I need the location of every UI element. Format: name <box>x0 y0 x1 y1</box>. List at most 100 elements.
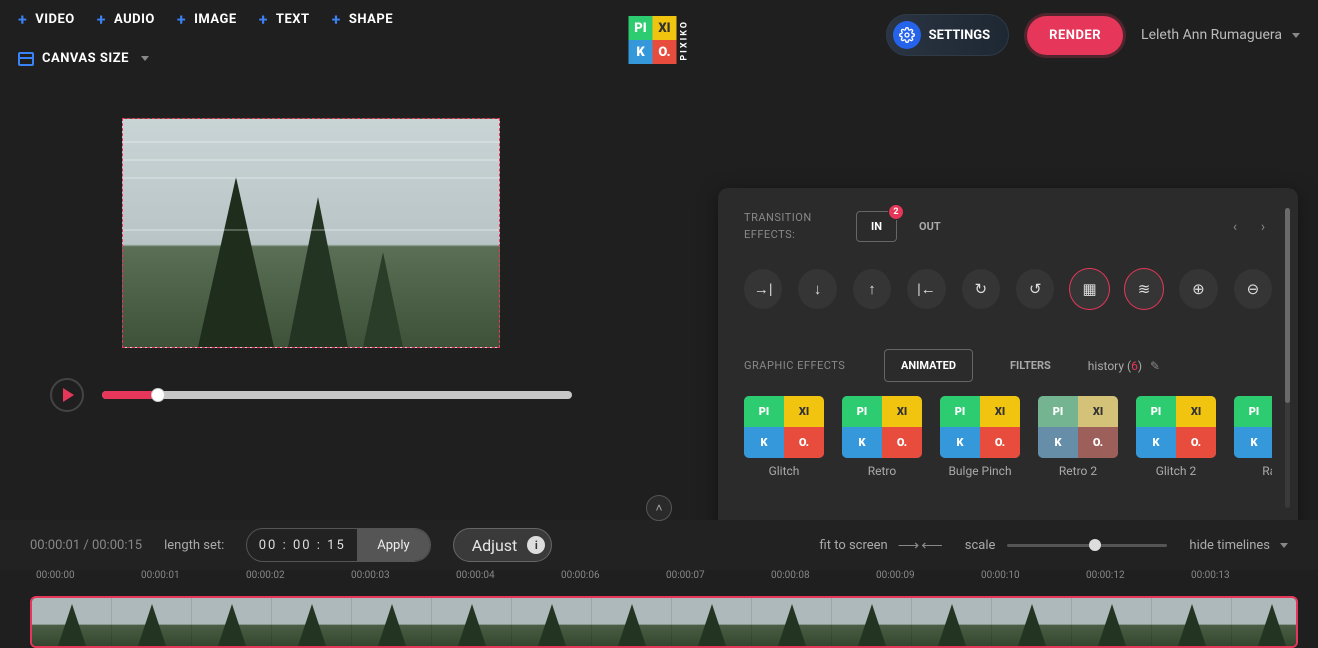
info-icon: i <box>527 536 545 554</box>
apply-button[interactable]: Apply <box>357 529 429 561</box>
length-input-group: Apply <box>246 528 430 562</box>
collapse-handle[interactable]: ˄ <box>646 495 672 521</box>
chevron-down-icon <box>1292 33 1300 38</box>
slide-down-icon[interactable]: ↓ <box>798 269 836 309</box>
tab-filters[interactable]: FILTERS <box>993 349 1068 382</box>
transition-in-button[interactable]: IN 2 <box>856 211 897 242</box>
label: fit to screen <box>820 538 888 553</box>
thumb-label: Rain <box>1262 464 1272 478</box>
preview-image <box>198 177 274 347</box>
hide-timelines-button[interactable]: hide timelines <box>1189 538 1288 553</box>
ruler-tick: 00:00:00 <box>30 570 135 592</box>
rotate-cw-icon[interactable]: ↻ <box>962 269 1000 309</box>
ruler-tick: 00:00:10 <box>975 570 1080 592</box>
ruler-tick: 00:00:12 <box>1080 570 1185 592</box>
thumb-label: Glitch 2 <box>1156 464 1197 478</box>
transition-header: TRANSITION EFFECTS: IN 2 OUT ‹ › <box>744 210 1272 243</box>
length-input[interactable] <box>247 538 357 553</box>
panel-scrollbar-vertical[interactable] <box>1285 208 1290 508</box>
history-count: 6 <box>1131 359 1138 373</box>
zoom-in-icon[interactable]: ⊕ <box>1179 269 1217 309</box>
thumb-label: Bulge Pinch <box>948 464 1011 478</box>
next-button[interactable]: › <box>1254 218 1272 236</box>
scale-control: scale <box>965 538 1168 553</box>
settings-button[interactable]: SETTINGS <box>886 14 1010 56</box>
adjust-button[interactable]: Adjust i <box>453 528 553 562</box>
effect-bulge-pinch[interactable]: PIXIKO.Bulge Pinch <box>940 396 1020 478</box>
clip-frame <box>672 598 752 646</box>
plus-icon: + <box>177 10 186 29</box>
ruler-tick: 00:00:03 <box>345 570 450 592</box>
fit-icon: ⟶⟵ <box>898 536 943 554</box>
prev-button[interactable]: ‹ <box>1226 218 1244 236</box>
graphic-effects-header: GRAPHIC EFFECTS ANIMATED FILTERS history… <box>744 349 1272 382</box>
ruler-tick: 00:00:09 <box>870 570 975 592</box>
render-button[interactable]: RENDER <box>1027 16 1123 55</box>
plus-icon: + <box>18 10 27 29</box>
add-text-button[interactable]: + TEXT <box>259 10 310 29</box>
glitch-line <box>123 159 499 161</box>
canvas-preview[interactable] <box>122 118 500 348</box>
zoom-out-icon[interactable]: ⊖ <box>1234 269 1272 309</box>
thumb-label: Retro 2 <box>1059 464 1097 478</box>
scale-slider[interactable] <box>1007 544 1167 547</box>
label: VIDEO <box>35 12 75 27</box>
ruler-tick: 00:00:13 <box>1185 570 1290 592</box>
ruler-tick: 00:00:01 <box>135 570 240 592</box>
label: AUDIO <box>114 12 155 27</box>
effect-retro2[interactable]: PIXIKO.Retro 2 <box>1038 396 1118 478</box>
scrollbar-thumb[interactable] <box>1285 208 1290 403</box>
preview-image <box>288 197 348 347</box>
effect-glitch2[interactable]: PIXIKO.Glitch 2 <box>1136 396 1216 478</box>
play-button[interactable] <box>50 378 84 412</box>
label: SETTINGS <box>929 28 991 43</box>
slider-knob[interactable] <box>1089 539 1101 551</box>
clip-frame <box>912 598 992 646</box>
ruler-tick: 00:00:06 <box>555 570 660 592</box>
progress-knob[interactable] <box>151 388 165 402</box>
logo-icon: PIXIKO. <box>629 16 677 64</box>
effect-retro[interactable]: PIXIKO.Retro <box>842 396 922 478</box>
timeline-ruler[interactable]: 00:00:00 00:00:01 00:00:02 00:00:03 00:0… <box>30 570 1298 592</box>
label: IMAGE <box>194 12 237 27</box>
chevron-down-icon <box>141 56 149 61</box>
chevron-down-icon <box>1280 543 1288 548</box>
user-menu[interactable]: Leleth Ann Rumaguera <box>1141 27 1300 43</box>
label: SHAPE <box>349 12 393 27</box>
preview-image <box>363 252 403 347</box>
slide-right-icon[interactable]: →| <box>744 269 782 309</box>
transition-out-button[interactable]: OUT <box>919 220 941 233</box>
insert-menu: + VIDEO +AUDIO + IMAGE + TEXT +SHAPE CANVAS… <box>18 10 578 66</box>
progress-bar[interactable] <box>102 391 572 399</box>
label: Adjust <box>472 536 518 555</box>
glitch-line <box>123 229 499 231</box>
effect-nav: ‹ › <box>1226 218 1272 236</box>
add-video-button[interactable]: + VIDEO <box>18 10 75 29</box>
timeline-toolbar: 00:00:01 / 00:00:15 length set: Apply Ad… <box>0 520 1318 570</box>
effect-glitch[interactable]: PIXIKO.Glitch <box>744 396 824 478</box>
add-audio-button[interactable]: +AUDIO <box>97 10 155 29</box>
clip-frame <box>992 598 1072 646</box>
label: scale <box>965 538 996 553</box>
video-track[interactable] <box>30 596 1298 648</box>
fit-to-screen-button[interactable]: fit to screen ⟶⟵ <box>820 536 943 554</box>
add-image-button[interactable]: + IMAGE <box>177 10 237 29</box>
ruler-tick: 00:00:02 <box>240 570 345 592</box>
slide-up-icon[interactable]: ↑ <box>853 269 891 309</box>
app-logo: PIXIKO. PIXIKO <box>629 16 690 64</box>
label: TEXT <box>276 12 310 27</box>
canvas-size-button[interactable]: CANVAS SIZE <box>18 51 578 66</box>
clip-frame <box>752 598 832 646</box>
effect-rain[interactable]: PIXIKO.Rain <box>1234 396 1272 478</box>
ruler-tick: 00:00:04 <box>450 570 555 592</box>
user-name: Leleth Ann Rumaguera <box>1141 27 1282 43</box>
tab-animated[interactable]: ANIMATED <box>884 349 973 382</box>
plus-icon: + <box>259 10 268 29</box>
play-icon <box>63 388 74 402</box>
history-link[interactable]: history (6) ✎ <box>1088 359 1164 373</box>
slide-left-icon[interactable]: |← <box>907 269 945 309</box>
wave-icon[interactable]: ≋ <box>1125 269 1163 309</box>
add-shape-button[interactable]: +SHAPE <box>332 10 393 29</box>
rotate-ccw-icon[interactable]: ↺ <box>1016 269 1054 309</box>
noise-icon[interactable]: ▦ <box>1070 269 1108 309</box>
